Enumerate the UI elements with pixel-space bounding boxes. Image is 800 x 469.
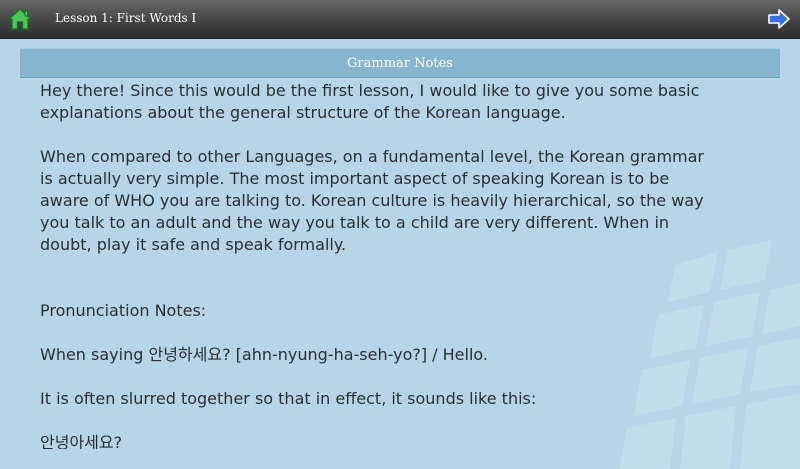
home-button[interactable] — [5, 4, 35, 34]
section-title: Grammar Notes — [347, 55, 453, 71]
lesson-content: Hey there! Since this would be the first… — [40, 80, 775, 449]
slurred-note: It is often slurred together so that in … — [40, 389, 537, 408]
grammar-line: aware of WHO you are talking to. Korean … — [40, 191, 704, 210]
home-icon — [8, 8, 32, 30]
intro-line: Hey there! Since this would be the first… — [40, 81, 700, 100]
intro-line: explanations about the general structure… — [40, 103, 566, 122]
greeting-pronunciation: When saying 안녕하세요? [ahn-nyung-ha-seh-yo?… — [40, 345, 489, 364]
lesson-title: Lesson 1: First Words I — [55, 11, 197, 25]
pronunciation-heading: Pronunciation Notes: — [40, 301, 207, 320]
arrow-right-icon — [768, 9, 790, 29]
section-header: Grammar Notes — [20, 48, 780, 78]
grammar-line: When compared to other Languages, on a f… — [40, 147, 705, 166]
grammar-line: you talk to an adult and the way you tal… — [40, 213, 670, 232]
grammar-line: doubt, play it safe and speak formally. — [40, 235, 347, 254]
grammar-line: is actually very simple. The most import… — [40, 169, 670, 188]
top-toolbar: Lesson 1: First Words I — [0, 0, 800, 39]
slurred-example: 안녕아세요? — [40, 433, 123, 449]
next-button[interactable] — [764, 4, 794, 34]
